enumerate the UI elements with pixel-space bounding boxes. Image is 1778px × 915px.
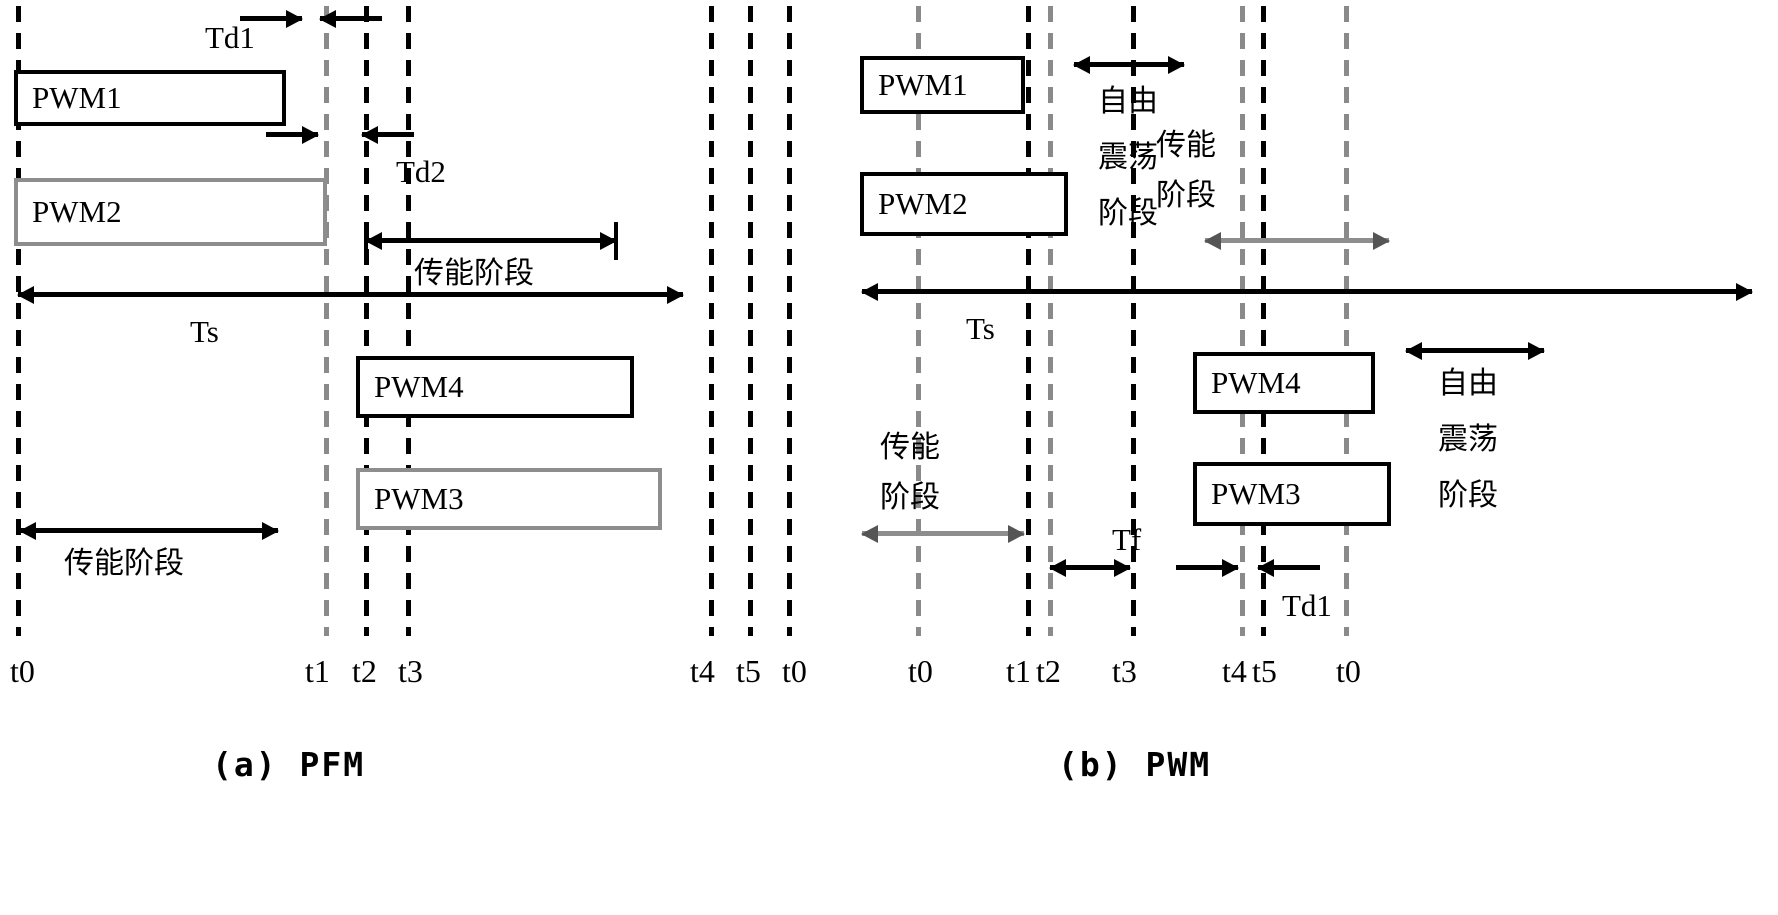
transfer-left-line1: 传能 bbox=[880, 430, 940, 465]
tick-label-t5: t5 bbox=[736, 653, 761, 689]
pwm4-pulse-box: PWM4 bbox=[356, 356, 634, 418]
ts-arrow-b bbox=[862, 289, 1752, 294]
td1-arrow-b-left bbox=[1176, 565, 1238, 570]
transfer-phase-top-cap-left bbox=[364, 222, 368, 260]
transfer-top-line1: 传能 bbox=[1156, 128, 1216, 163]
tick-label-b-t1: t1 bbox=[1006, 653, 1031, 689]
pwm4-pulse-box-b: PWM4 bbox=[1193, 352, 1375, 414]
free-osc-top-line1: 自由 bbox=[1098, 84, 1158, 119]
pwm2-label: PWM2 bbox=[32, 193, 122, 229]
free-osc-right-line1: 自由 bbox=[1438, 366, 1498, 401]
free-osc-right-arrow bbox=[1406, 348, 1544, 353]
tick-label-t0-end: t0 bbox=[782, 653, 807, 689]
td2-arrow-right bbox=[362, 132, 414, 137]
timeline-marker-b-t5 bbox=[1261, 6, 1266, 636]
tick-label-t0: t0 bbox=[10, 653, 35, 689]
pwm2-pulse-box-b: PWM2 bbox=[860, 172, 1068, 236]
free-osc-right-line3: 阶段 bbox=[1438, 478, 1498, 513]
td1-arrow-b-right bbox=[1258, 565, 1320, 570]
transfer-left-arrow bbox=[862, 531, 1024, 536]
ts-label-b: Ts bbox=[966, 311, 995, 346]
tick-label-t4: t4 bbox=[690, 653, 715, 689]
transfer-phase-bottom-label: 传能阶段 bbox=[64, 546, 184, 581]
td1-arrow-right bbox=[320, 16, 382, 21]
free-osc-top-line2: 震荡 bbox=[1098, 140, 1158, 175]
pwm2-pulse-box: PWM2 bbox=[14, 178, 327, 246]
tf-arrow bbox=[1050, 565, 1130, 570]
transfer-phase-top-cap-right bbox=[614, 222, 618, 260]
pwm3-label: PWM3 bbox=[374, 480, 464, 516]
tick-label-b-t3: t3 bbox=[1112, 653, 1137, 689]
pwm3-pulse-box-b: PWM3 bbox=[1193, 462, 1391, 526]
ts-arrow bbox=[18, 292, 683, 297]
tf-label: Tf bbox=[1112, 522, 1142, 557]
timeline-marker-t0-end bbox=[787, 6, 792, 636]
ts-label: Ts bbox=[190, 314, 219, 349]
timeline-marker-b-t0-end bbox=[1344, 6, 1349, 636]
pwm4-label-b: PWM4 bbox=[1211, 364, 1301, 400]
tick-label-b-t0-end: t0 bbox=[1336, 653, 1361, 689]
pwm2-label-b: PWM2 bbox=[878, 185, 968, 221]
pwm3-pulse-box: PWM3 bbox=[356, 468, 662, 530]
tick-label-b-t5: t5 bbox=[1252, 653, 1277, 689]
td2-arrow-left bbox=[266, 132, 318, 137]
transfer-phase-top-arrow bbox=[366, 238, 616, 243]
td2-label: Td2 bbox=[396, 154, 446, 189]
timeline-marker-b-t4 bbox=[1240, 6, 1245, 636]
pwm4-label: PWM4 bbox=[374, 368, 464, 404]
timeline-marker-t2 bbox=[364, 6, 369, 636]
transfer-top-arrow bbox=[1205, 238, 1389, 243]
tick-label-b-t0: t0 bbox=[908, 653, 933, 689]
tick-label-t1: t1 bbox=[305, 653, 330, 689]
transfer-phase-bottom-arrow bbox=[20, 528, 278, 533]
timeline-marker-t3 bbox=[406, 6, 411, 636]
tick-label-t2: t2 bbox=[352, 653, 377, 689]
tick-label-t3: t3 bbox=[398, 653, 423, 689]
td1-label: Td1 bbox=[205, 20, 255, 55]
timeline-marker-t5 bbox=[748, 6, 753, 636]
free-osc-top-arrow bbox=[1074, 62, 1184, 67]
transfer-left-line2: 阶段 bbox=[880, 480, 940, 515]
timeline-marker-b-t2 bbox=[1048, 6, 1053, 636]
panel-pfm: Td1 PWM1 Td2 PWM2 传能阶段 Ts PWM4 PWM3 传能阶段… bbox=[0, 0, 820, 915]
timeline-marker-b-t1 bbox=[1026, 6, 1031, 636]
tick-label-b-t4: t4 bbox=[1222, 653, 1247, 689]
free-osc-top-line3: 阶段 bbox=[1098, 196, 1158, 231]
panel-b-caption: (b) PWM bbox=[1058, 745, 1212, 784]
pwm3-label-b: PWM3 bbox=[1211, 475, 1301, 511]
pwm1-label-b: PWM1 bbox=[878, 66, 968, 102]
transfer-top-line2: 阶段 bbox=[1156, 178, 1216, 213]
pwm1-pulse-box-b: PWM1 bbox=[860, 56, 1025, 114]
panel-a-caption: (a) PFM bbox=[212, 745, 366, 784]
pwm1-label: PWM1 bbox=[32, 79, 122, 115]
panel-pwm: PWM1 自由 震荡 阶段 传能 阶段 PWM2 Ts PWM4 自由 震荡 阶… bbox=[840, 0, 1778, 915]
transfer-phase-top-label: 传能阶段 bbox=[414, 256, 534, 291]
pwm1-pulse-box: PWM1 bbox=[14, 70, 286, 126]
timeline-marker-t1 bbox=[324, 6, 329, 636]
free-osc-right-line2: 震荡 bbox=[1438, 422, 1498, 457]
td1-label-b: Td1 bbox=[1282, 588, 1332, 623]
timeline-marker-t4 bbox=[709, 6, 714, 636]
tick-label-b-t2: t2 bbox=[1036, 653, 1061, 689]
